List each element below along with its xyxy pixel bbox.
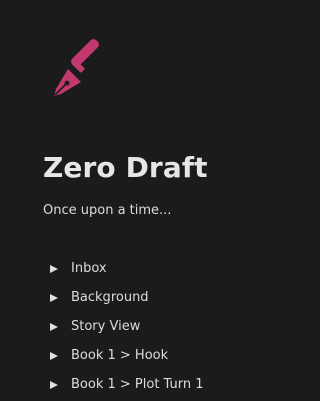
triangle-right-icon [50, 351, 58, 360]
app-window: Zero Draft Once upon a time... Inbox Bac… [0, 0, 279, 401]
nav-item-label: Inbox [71, 260, 107, 276]
tagline: Once upon a time... [43, 203, 172, 218]
navigation-list: Inbox Background Story View Book 1 > Hoo… [0, 254, 279, 399]
triangle-right-icon [50, 322, 58, 331]
triangle-right-icon [50, 264, 58, 273]
nav-item-story-view[interactable]: Story View [0, 312, 279, 341]
app-title: Zero Draft [43, 151, 208, 184]
triangle-right-icon [50, 380, 58, 389]
nav-item-inbox[interactable]: Inbox [0, 254, 279, 283]
triangle-right-icon [50, 293, 58, 302]
nav-item-label: Background [71, 289, 149, 305]
nav-item-label: Book 1 > Plot Turn 1 [71, 376, 204, 392]
fountain-pen-icon [54, 39, 99, 96]
nav-item-label: Book 1 > Hook [71, 347, 169, 363]
nav-item-background[interactable]: Background [0, 283, 279, 312]
nav-item-label: Story View [71, 318, 141, 334]
nav-item-book-1-plot-turn-1[interactable]: Book 1 > Plot Turn 1 [0, 370, 279, 399]
nav-item-book-1-hook[interactable]: Book 1 > Hook [0, 341, 279, 370]
